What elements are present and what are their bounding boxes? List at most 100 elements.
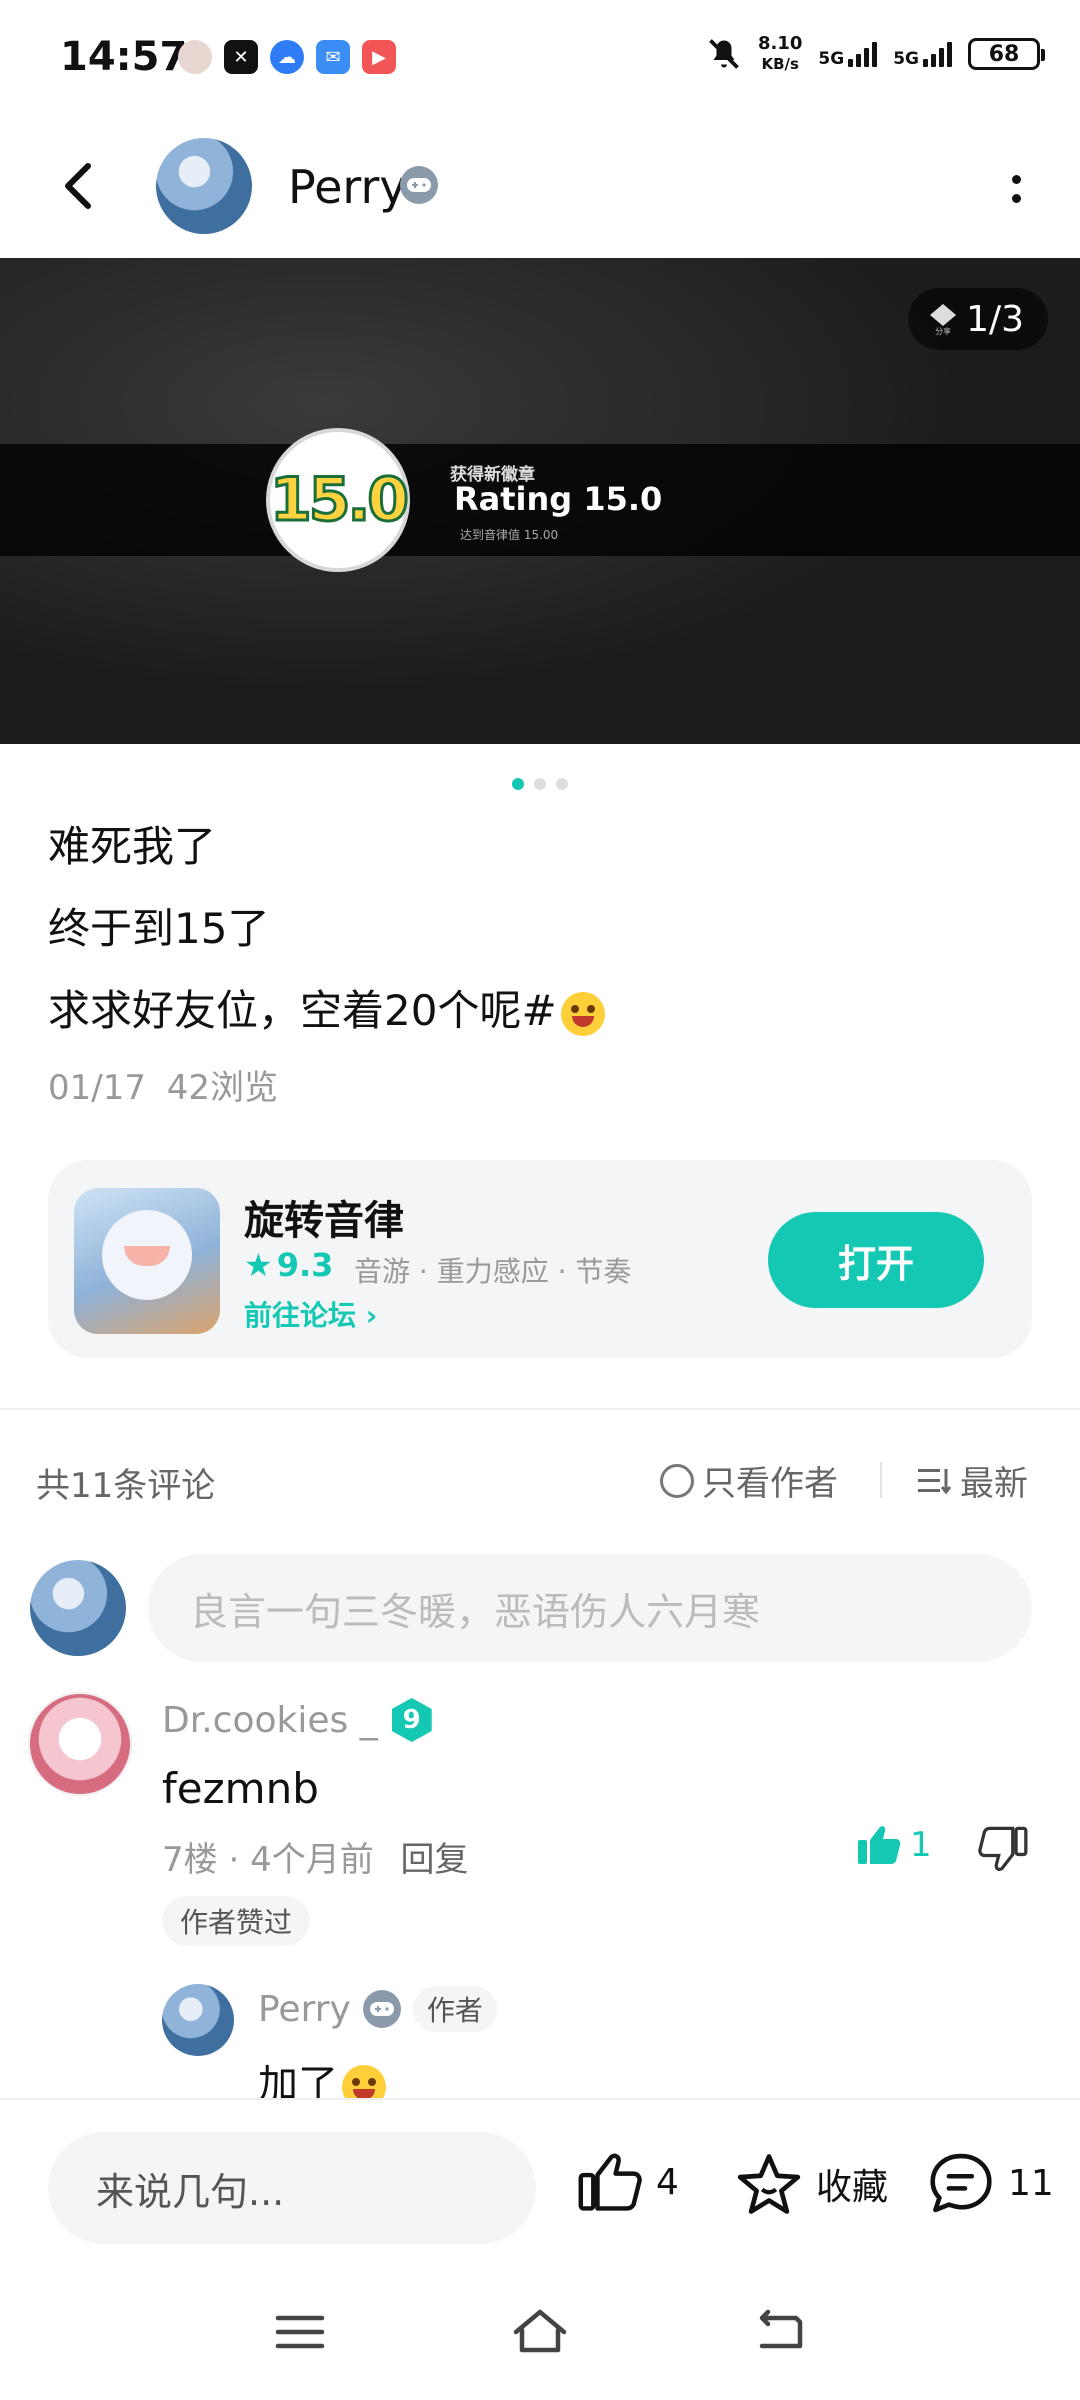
- game-app-card[interactable]: 旋转音律 ★ 9.3 音游 · 重力感应 · 节奏 前往论坛 › 打开: [48, 1160, 1032, 1358]
- star-icon: ★: [244, 1246, 273, 1284]
- reply-author-avatar[interactable]: [162, 1984, 234, 2056]
- home-icon[interactable]: [510, 2306, 570, 2358]
- mail-notification-icon: ✉: [316, 40, 350, 74]
- rating-medal: 15.0: [266, 428, 411, 572]
- section-divider: [0, 1408, 1080, 1410]
- rating-value: 9.3: [276, 1246, 334, 1284]
- post-views: 42浏览: [166, 1068, 279, 1108]
- chevron-right-icon: ›: [365, 1299, 378, 1332]
- gamepad-icon: [400, 166, 438, 204]
- separator: [880, 1462, 882, 1498]
- net-type-2: 5G: [893, 49, 919, 69]
- battery-level: 68: [988, 41, 1020, 67]
- radio-circle-icon: [660, 1463, 694, 1498]
- capcut-notification-icon: ✕: [224, 40, 258, 74]
- quick-comment-placeholder: 来说几句...: [96, 2169, 285, 2214]
- comment-count-bottom: 11: [1008, 2162, 1054, 2204]
- video-notification-icon: ▶: [362, 40, 396, 74]
- signal-bars-icon: [848, 41, 878, 67]
- sort-icon: [918, 1468, 952, 1494]
- signal-bars-icon: [923, 41, 952, 67]
- post-line: 难死我了: [48, 822, 217, 871]
- signal-1: 5G: [818, 41, 878, 68]
- network-speed: 8.10 KB/s: [758, 34, 802, 74]
- comment-input-placeholder: 良言一句三冬暖，恶语伤人六月寒: [190, 1589, 761, 1634]
- status-right: 8.10 KB/s 5G 5G 68: [706, 34, 1045, 74]
- carousel-dot: [556, 778, 568, 790]
- only-author-label: 只看作者: [702, 1464, 838, 1504]
- page-indicator-text: 1/3: [966, 298, 1024, 340]
- battery-icon: 68: [968, 38, 1045, 70]
- heart-eyes-emoji-icon: [560, 991, 605, 1036]
- post-meta: 01/17 42浏览: [48, 1060, 278, 1109]
- game-app-icon[interactable]: [74, 1188, 220, 1334]
- comments-button[interactable]: 11: [928, 2152, 1054, 2214]
- author-avatar[interactable]: [156, 138, 252, 234]
- signal-2: 5G: [893, 41, 952, 69]
- carousel-dot: [512, 778, 524, 790]
- more-options-icon[interactable]: [996, 164, 1036, 214]
- post-header: Perry: [0, 120, 1080, 258]
- comment-like-count: 1: [910, 1825, 932, 1865]
- back-nav-icon[interactable]: [750, 2306, 810, 2358]
- comment-floor: 7楼: [162, 1840, 218, 1880]
- thumbs-up-icon: [578, 2153, 642, 2211]
- favorite-label: 收藏: [816, 2167, 889, 2208]
- back-arrow-icon[interactable]: [50, 156, 110, 216]
- post-line: 求求好友位，空着20个呢#: [48, 986, 557, 1035]
- comment-meta: 7楼 · 4个月前 回复: [162, 1840, 469, 1880]
- comment-input[interactable]: 良言一句三冬暖，恶语伤人六月寒: [148, 1554, 1032, 1662]
- current-user-avatar: [30, 1560, 126, 1656]
- comment-count: 共11条评论: [36, 1466, 216, 1506]
- cloud-notification-icon: ☁: [270, 40, 304, 74]
- carousel-dot: [534, 778, 546, 790]
- commenter-name: Dr.cookies _: [162, 1699, 378, 1741]
- menu-icon[interactable]: [270, 2306, 330, 2358]
- image-page-indicator[interactable]: 分享 1/3: [908, 288, 1048, 350]
- post-line: 终于到15了: [48, 904, 270, 953]
- author-tag: 作者: [412, 1986, 497, 2032]
- commenter-avatar[interactable]: [28, 1692, 132, 1796]
- only-author-toggle[interactable]: 只看作者: [660, 1456, 838, 1505]
- reply-author-name: Perry: [258, 1988, 351, 2030]
- forum-link[interactable]: 前往论坛 ›: [244, 1294, 377, 1334]
- game-tags: 音游 · 重力感应 · 节奏: [354, 1255, 632, 1288]
- bottom-action-bar: 来说几句... 4 收藏 11: [0, 2098, 1080, 2262]
- reply-author-info[interactable]: Perry 作者: [258, 1986, 497, 2032]
- post-image-carousel[interactable]: 15.0 获得新徽章 Rating 15.0 达到音律值 15.00 分享 1/…: [0, 258, 1080, 744]
- favorite-button[interactable]: 收藏: [736, 2152, 888, 2216]
- post-like-count: 4: [656, 2161, 679, 2203]
- notification-icons: ✕ ☁ ✉ ▶: [178, 40, 396, 74]
- post-line-with-emoji: 求求好友位，空着20个呢#: [48, 970, 605, 1052]
- commenter-info[interactable]: Dr.cookies _ 9: [162, 1698, 432, 1742]
- comment-time: 4个月前: [250, 1840, 374, 1880]
- game-app-name: 旋转音律: [244, 1198, 404, 1244]
- forum-link-label: 前往论坛: [244, 1299, 357, 1332]
- medal-text: 15.0: [268, 464, 410, 537]
- reply-button[interactable]: 回复: [401, 1840, 469, 1880]
- comment-text: fezmnb: [162, 1764, 319, 1813]
- author-name[interactable]: Perry: [288, 160, 407, 214]
- thumbs-down-icon[interactable]: [978, 1826, 1028, 1872]
- level-badge-icon: 9: [391, 1698, 432, 1742]
- speed-unit: KB/s: [761, 55, 799, 73]
- open-app-button[interactable]: 打开: [768, 1212, 984, 1308]
- game-rating: ★ 9.3: [244, 1246, 333, 1284]
- banner-hint: 达到音律值 15.00: [460, 528, 559, 542]
- post-like-button[interactable]: 4: [578, 2152, 679, 2212]
- post-body: 难死我了 终于到15了 求求好友位，空着20个呢#: [48, 806, 605, 1052]
- comment-like-button[interactable]: 1: [856, 1824, 932, 1866]
- quick-comment-input[interactable]: 来说几句...: [48, 2132, 536, 2244]
- status-bar: 14:57 ✕ ☁ ✉ ▶ 8.10 KB/s 5G 5G 68: [0, 0, 1080, 120]
- mute-bell-icon: [709, 39, 739, 69]
- post-date: 01/17: [48, 1068, 146, 1108]
- comment-bubble-icon: [930, 2153, 992, 2213]
- avatar-notification-icon: [178, 40, 212, 74]
- sort-toggle[interactable]: 最新: [916, 1456, 1028, 1505]
- speed-value: 8.10: [757, 33, 803, 54]
- system-nav-bar: [0, 2262, 1080, 2400]
- thumbs-up-icon: [858, 1826, 901, 1864]
- status-time: 14:57: [60, 34, 188, 80]
- share-icon[interactable]: 分享: [926, 302, 960, 336]
- share-label: 分享: [935, 327, 952, 336]
